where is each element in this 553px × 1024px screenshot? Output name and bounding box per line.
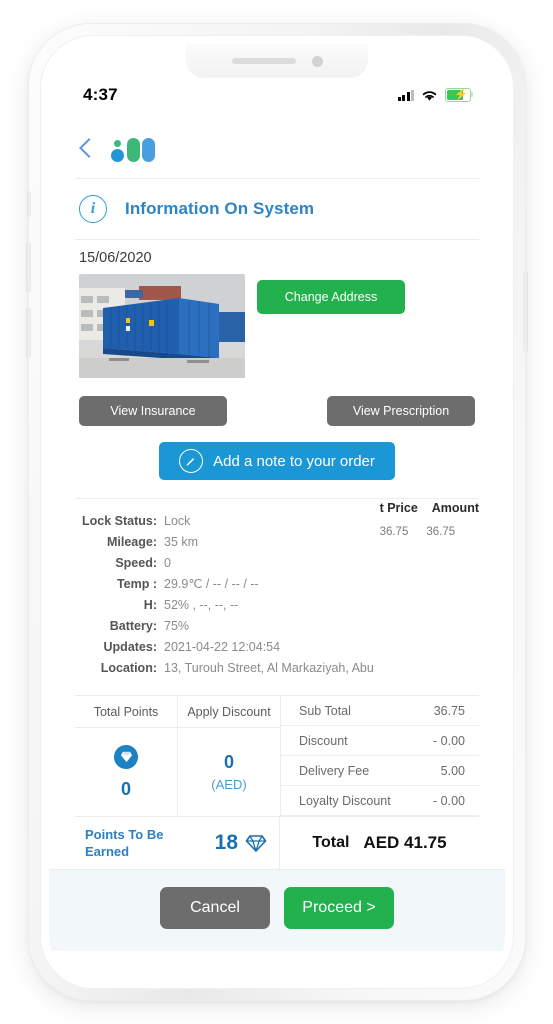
diamond-filled-icon [114,744,138,769]
detail-row-speed: Speed: 0 [49,553,505,574]
detail-row-location: Location: 13, Turouh Street, Al Markaziy… [49,658,505,679]
total-points-cell: 0 [75,728,178,816]
detail-value: 2021-04-22 12:04:54 [164,640,281,654]
detail-value: 13, Turouh Street, Al Markaziyah, Abu [164,661,374,675]
summary-value: - 0.00 [433,733,465,748]
summary-section: Total Points Apply Discount 0 0 (AED) Su… [75,695,479,816]
detail-value: 52% , --, --, -- [164,598,239,612]
total-points-value: 0 [120,778,131,799]
summary-value: - 0.00 [433,793,465,808]
detail-row-battery: Battery: 75% [49,616,505,637]
summary-row-delivery-fee: Delivery Fee 5.00 [281,756,479,786]
front-camera [311,55,323,67]
detail-label: Mileage: [106,535,157,549]
order-block: 15/06/2020 Change Address [49,240,505,390]
phone-notch [186,44,368,78]
detail-value: Lock [164,514,191,528]
points-to-be-earned-cell: Points To Be Earned 18 [75,817,280,869]
logo-dot-green [114,140,121,147]
points-to-be-earned-value: 18 [214,831,238,854]
total-points-header: Total Points [75,696,178,728]
detail-label: Battery: [109,619,157,633]
detail-label: Speed: [115,556,157,570]
change-address-button[interactable]: Change Address [257,280,405,314]
silent-switch[interactable] [27,191,31,217]
detail-value: 75% [164,619,190,633]
phone-mockup: 4:37 ⚡ i Information On System 15/06/202… [26,24,528,1000]
totals-panel: Sub Total 36.75 Discount - 0.00 Delivery… [280,696,479,816]
diamond-outline-icon [245,835,267,852]
device-details-list: t Price Amount 36.75 36.75 Lock Status: … [49,499,505,687]
discount-currency: (AED) [211,777,247,792]
summary-row-loyalty-discount: Loyalty Discount - 0.00 [281,786,479,816]
summary-label: Loyalty Discount [299,793,391,808]
summary-label: Delivery Fee [299,763,370,778]
summary-value: 5.00 [440,763,465,778]
logo-pill-blue [142,138,155,162]
app-logo [111,136,155,162]
blue-shipping-container-photo[interactable] [79,274,245,378]
earned-total-row: Points To Be Earned 18 Total AED 41.75 [75,816,479,869]
detail-label: Lock Status: [81,514,157,528]
phone-screen: 4:37 ⚡ i Information On System 15/06/202… [49,44,505,980]
detail-row-updates: Updates: 2021-04-22 12:04:54 [49,637,505,658]
action-bar: Cancel Proceed > [49,869,505,951]
detail-label: H: [143,598,157,612]
summary-label: Sub Total [299,703,351,718]
points-to-be-earned-label: Points To Be Earned [85,827,164,859]
total-cell: Total AED 41.75 [280,817,479,869]
info-circle-icon: i [79,195,107,223]
detail-label: Location: [100,661,157,675]
cancel-button[interactable]: Cancel [160,887,270,929]
summary-value: 36.75 [433,703,465,718]
pencil-edit-icon [179,449,204,473]
detail-row-temp: Temp : 29.9℃ / -- / -- / -- [49,574,505,595]
app-navbar [49,120,505,178]
earpiece-speaker [231,58,296,64]
power-button[interactable] [523,272,528,352]
summary-row-discount: Discount - 0.00 [281,726,479,756]
add-note-label: Add a note to your order [213,452,375,470]
add-note-row: Add a note to your order [49,426,505,498]
document-buttons-row: View Insurance View Prescription [49,390,505,426]
detail-row-mileage: Mileage: 35 km [49,532,505,553]
detail-label: Temp : [116,577,157,591]
total-amount: AED 41.75 [363,833,447,852]
logo-pill-green [126,138,140,162]
detail-row-lock-status: Lock Status: Lock [49,511,505,532]
discount-value: 0 [223,752,234,772]
detail-row-humidity: H: 52% , --, --, -- [49,595,505,616]
status-time: 4:37 [83,85,118,104]
add-note-button[interactable]: Add a note to your order [159,442,395,480]
summary-label: Discount [299,733,348,748]
logo-dot-blue [111,149,124,162]
proceed-button[interactable]: Proceed > [284,887,394,929]
cellular-signal-icon [397,89,414,101]
detail-value: 29.9℃ / -- / -- / -- [164,577,259,591]
detail-value: 0 [164,556,171,570]
volume-down-button[interactable] [26,308,31,358]
page-content: i Information On System 15/06/2020 Chang… [49,178,505,980]
back-chevron-icon[interactable] [75,138,97,160]
apply-discount-cell[interactable]: 0 (AED) [178,728,280,816]
total-label: Total [312,834,350,851]
wifi-icon [422,90,437,101]
page-title: Information On System [125,199,315,218]
order-date: 15/06/2020 [79,250,152,266]
detail-label: Updates: [103,640,157,654]
status-icons: ⚡ [397,88,474,102]
summary-row-sub-total: Sub Total 36.75 [281,696,479,726]
apply-discount-header[interactable]: Apply Discount [178,696,280,728]
points-panel: Total Points Apply Discount 0 0 (AED) [75,696,280,816]
view-insurance-button[interactable]: View Insurance [79,396,227,426]
section-header-information: i Information On System [49,179,505,239]
status-bar: 4:37 ⚡ [49,82,505,108]
battery-charging-icon: ⚡ [445,88,474,102]
view-prescription-button[interactable]: View Prescription [327,396,475,426]
volume-up-button[interactable] [26,242,31,292]
detail-value: 35 km [164,535,199,549]
